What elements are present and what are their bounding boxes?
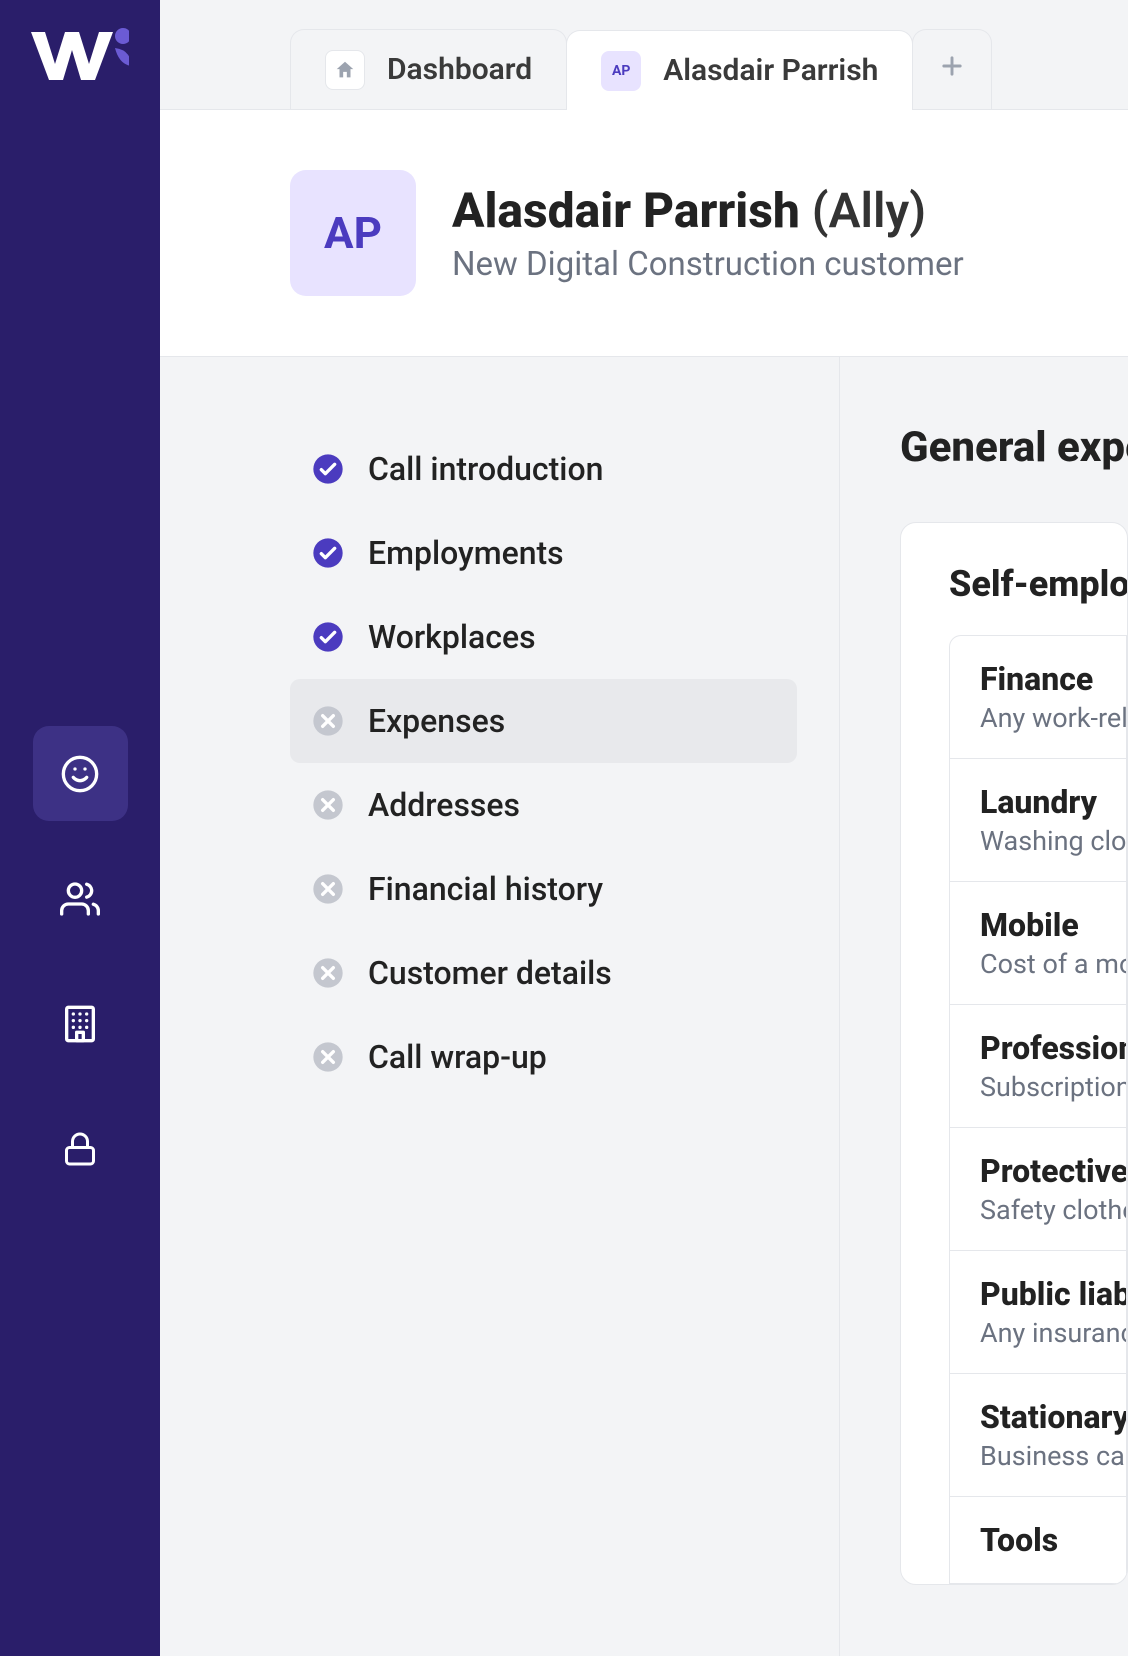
checklist-label: Employments: [368, 534, 564, 572]
customer-name: Alasdair Parrish (Ally): [452, 182, 964, 239]
expense-title: Tools: [980, 1521, 1126, 1559]
building-icon: [60, 1004, 100, 1044]
expense-title: Public liability: [980, 1275, 1126, 1313]
content-pane: General expenses Self-employed expenses …: [840, 357, 1128, 1656]
tab-avatar: AP: [601, 51, 641, 91]
rail-item-smile[interactable]: [33, 726, 128, 821]
tab-dashboard[interactable]: Dashboard: [290, 29, 567, 109]
checklist-item-workplaces[interactable]: Workplaces: [290, 595, 797, 679]
x-circle-icon: [312, 957, 344, 989]
x-circle-icon: [312, 789, 344, 821]
expense-desc: Safety clothes and equipment: [980, 1194, 1126, 1226]
expense-row[interactable]: Finance Any work-related finance costs: [950, 636, 1126, 759]
checklist-label: Customer details: [368, 954, 612, 992]
check-circle-icon: [312, 537, 344, 569]
add-tab-button[interactable]: [912, 29, 992, 109]
home-icon: [325, 50, 365, 90]
tab-strip: Dashboard AP Alasdair Parrish: [160, 0, 1128, 110]
x-circle-icon: [312, 705, 344, 737]
expense-desc: Any insurance for work: [980, 1317, 1126, 1349]
expenses-card: Self-employed expenses Finance Any work-r…: [900, 522, 1128, 1585]
expense-desc: Business cards and paper: [980, 1440, 1126, 1472]
checklist-label: Financial history: [368, 870, 603, 908]
expense-row[interactable]: Stationary Business cards and paper: [950, 1374, 1126, 1497]
expense-row[interactable]: Professional Subscriptions and membership…: [950, 1005, 1126, 1128]
rail-item-lock[interactable]: [33, 1101, 128, 1196]
checklist-item-call-introduction[interactable]: Call introduction: [290, 427, 797, 511]
expense-desc: Washing clothes for work: [980, 825, 1126, 857]
checklist-item-call-wrap-up[interactable]: Call wrap-up: [290, 1015, 797, 1099]
checklist-label: Call wrap-up: [368, 1038, 547, 1076]
content-heading: General expenses: [900, 423, 1128, 472]
customer-avatar: AP: [290, 170, 416, 296]
call-checklist: Call introduction Employments Workplaces Ex…: [160, 357, 840, 1656]
expense-row[interactable]: Protective Safety clothes and equipment: [950, 1128, 1126, 1251]
expense-title: Protective: [980, 1152, 1126, 1190]
x-circle-icon: [312, 873, 344, 905]
expense-row[interactable]: Mobile Cost of a mobile phone: [950, 882, 1126, 1005]
checklist-label: Workplaces: [368, 618, 536, 656]
tab-label: Dashboard: [387, 52, 532, 87]
rail-item-people[interactable]: [33, 851, 128, 946]
checklist-label: Call introduction: [368, 450, 603, 488]
x-circle-icon: [312, 1041, 344, 1073]
checklist-item-customer-details[interactable]: Customer details: [290, 931, 797, 1015]
customer-subtitle: New Digital Construction customer: [452, 245, 964, 284]
checklist-item-financial-history[interactable]: Financial history: [290, 847, 797, 931]
nav-rail: [0, 0, 160, 1656]
expense-title: Mobile: [980, 906, 1126, 944]
checklist-item-expenses[interactable]: Expenses: [290, 679, 797, 763]
smile-icon: [60, 754, 100, 794]
expense-title: Finance: [980, 660, 1126, 698]
expense-title: Laundry: [980, 783, 1126, 821]
checklist-label: Addresses: [368, 786, 520, 824]
tab-label: Alasdair Parrish: [663, 53, 878, 88]
expense-title: Stationary: [980, 1398, 1126, 1436]
expense-row[interactable]: Tools: [950, 1497, 1126, 1584]
expense-row[interactable]: Laundry Washing clothes for work: [950, 759, 1126, 882]
expense-title: Professional: [980, 1029, 1126, 1067]
rail-item-building[interactable]: [33, 976, 128, 1071]
people-icon: [60, 879, 100, 919]
lock-icon: [62, 1131, 98, 1167]
check-circle-icon: [312, 453, 344, 485]
checklist-label: Expenses: [368, 702, 505, 740]
expense-desc: Any work-related finance costs: [980, 702, 1126, 734]
card-title: Self-employed expenses: [949, 563, 1127, 605]
app-logo: [31, 28, 129, 86]
expense-row[interactable]: Public liability Any insurance for work: [950, 1251, 1126, 1374]
expense-desc: Subscriptions and memberships: [980, 1071, 1126, 1103]
tab-alasdair-parrish[interactable]: AP Alasdair Parrish: [566, 30, 913, 110]
expense-desc: Cost of a mobile phone: [980, 948, 1126, 980]
check-circle-icon: [312, 621, 344, 653]
plus-icon: [938, 52, 966, 88]
checklist-item-addresses[interactable]: Addresses: [290, 763, 797, 847]
customer-header: AP Alasdair Parrish (Ally) New Digital C…: [160, 110, 1128, 357]
checklist-item-employments[interactable]: Employments: [290, 511, 797, 595]
